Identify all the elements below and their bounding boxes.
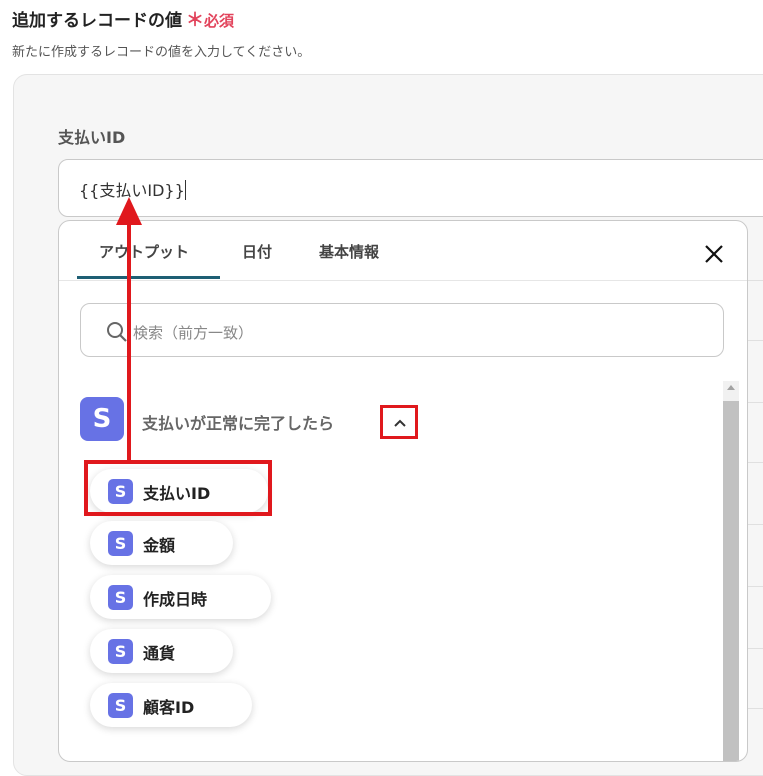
output-item-label: 作成日時 — [143, 590, 208, 609]
payment-id-input[interactable]: {{支払いID}} — [58, 159, 763, 217]
text-caret — [184, 180, 186, 200]
output-item-label: 金額 — [143, 536, 176, 555]
required-label: 必須 — [204, 12, 235, 30]
background-row-divider — [747, 586, 763, 587]
output-item-customer-id[interactable]: S 顧客ID — [90, 683, 252, 727]
scrollbar[interactable] — [723, 381, 739, 761]
background-row-divider — [747, 708, 763, 709]
section-title-text: 追加するレコードの値 — [12, 11, 182, 31]
stripe-icon: S — [108, 585, 133, 610]
tab-basic-info[interactable]: 基本情報 — [319, 241, 379, 262]
stripe-icon: S — [108, 693, 133, 718]
output-item-created-at[interactable]: S 作成日時 — [90, 575, 271, 619]
output-item-amount[interactable]: S 金額 — [90, 521, 233, 565]
active-tab-indicator — [77, 276, 220, 279]
output-item-label: 顧客ID — [143, 698, 195, 717]
scroll-thumb[interactable] — [723, 401, 739, 761]
close-icon — [705, 245, 723, 263]
background-row-divider — [747, 340, 763, 341]
stripe-icon: S — [108, 639, 133, 664]
output-item-label: 通貨 — [143, 644, 176, 663]
required-badge: ＊必須 — [186, 10, 235, 31]
scroll-up-arrow-icon[interactable] — [727, 385, 735, 390]
background-row-divider — [747, 402, 763, 403]
required-star: ＊ — [186, 10, 204, 31]
chevron-up-icon — [394, 419, 406, 427]
output-item-currency[interactable]: S 通貨 — [90, 629, 233, 673]
field-label: 支払いID — [58, 128, 126, 147]
annotation-highlight-box — [84, 460, 272, 516]
close-button[interactable] — [703, 243, 725, 265]
stripe-icon: S — [108, 531, 133, 556]
search-input[interactable]: 検索（前方一致） — [80, 303, 724, 357]
tab-date[interactable]: 日付 — [242, 241, 272, 262]
background-row-divider — [747, 524, 763, 525]
background-row-divider — [747, 280, 763, 281]
payment-id-input-value: {{支払いID}} — [79, 181, 185, 200]
search-placeholder: 検索（前方一致） — [133, 324, 254, 342]
trigger-group-label[interactable]: 支払いが正常に完了したら — [142, 410, 334, 434]
tab-divider — [59, 280, 747, 281]
search-icon — [107, 322, 127, 342]
section-title: 追加するレコードの値 ＊必須 — [12, 6, 234, 32]
collapse-group-button[interactable] — [380, 405, 418, 439]
background-row-divider — [747, 648, 763, 649]
background-row-divider — [747, 462, 763, 463]
section-subtitle: 新たに作成するレコードの値を入力してください。 — [12, 45, 311, 60]
tab-output[interactable]: アウトプット — [99, 241, 189, 262]
stripe-app-icon: S — [80, 397, 124, 441]
